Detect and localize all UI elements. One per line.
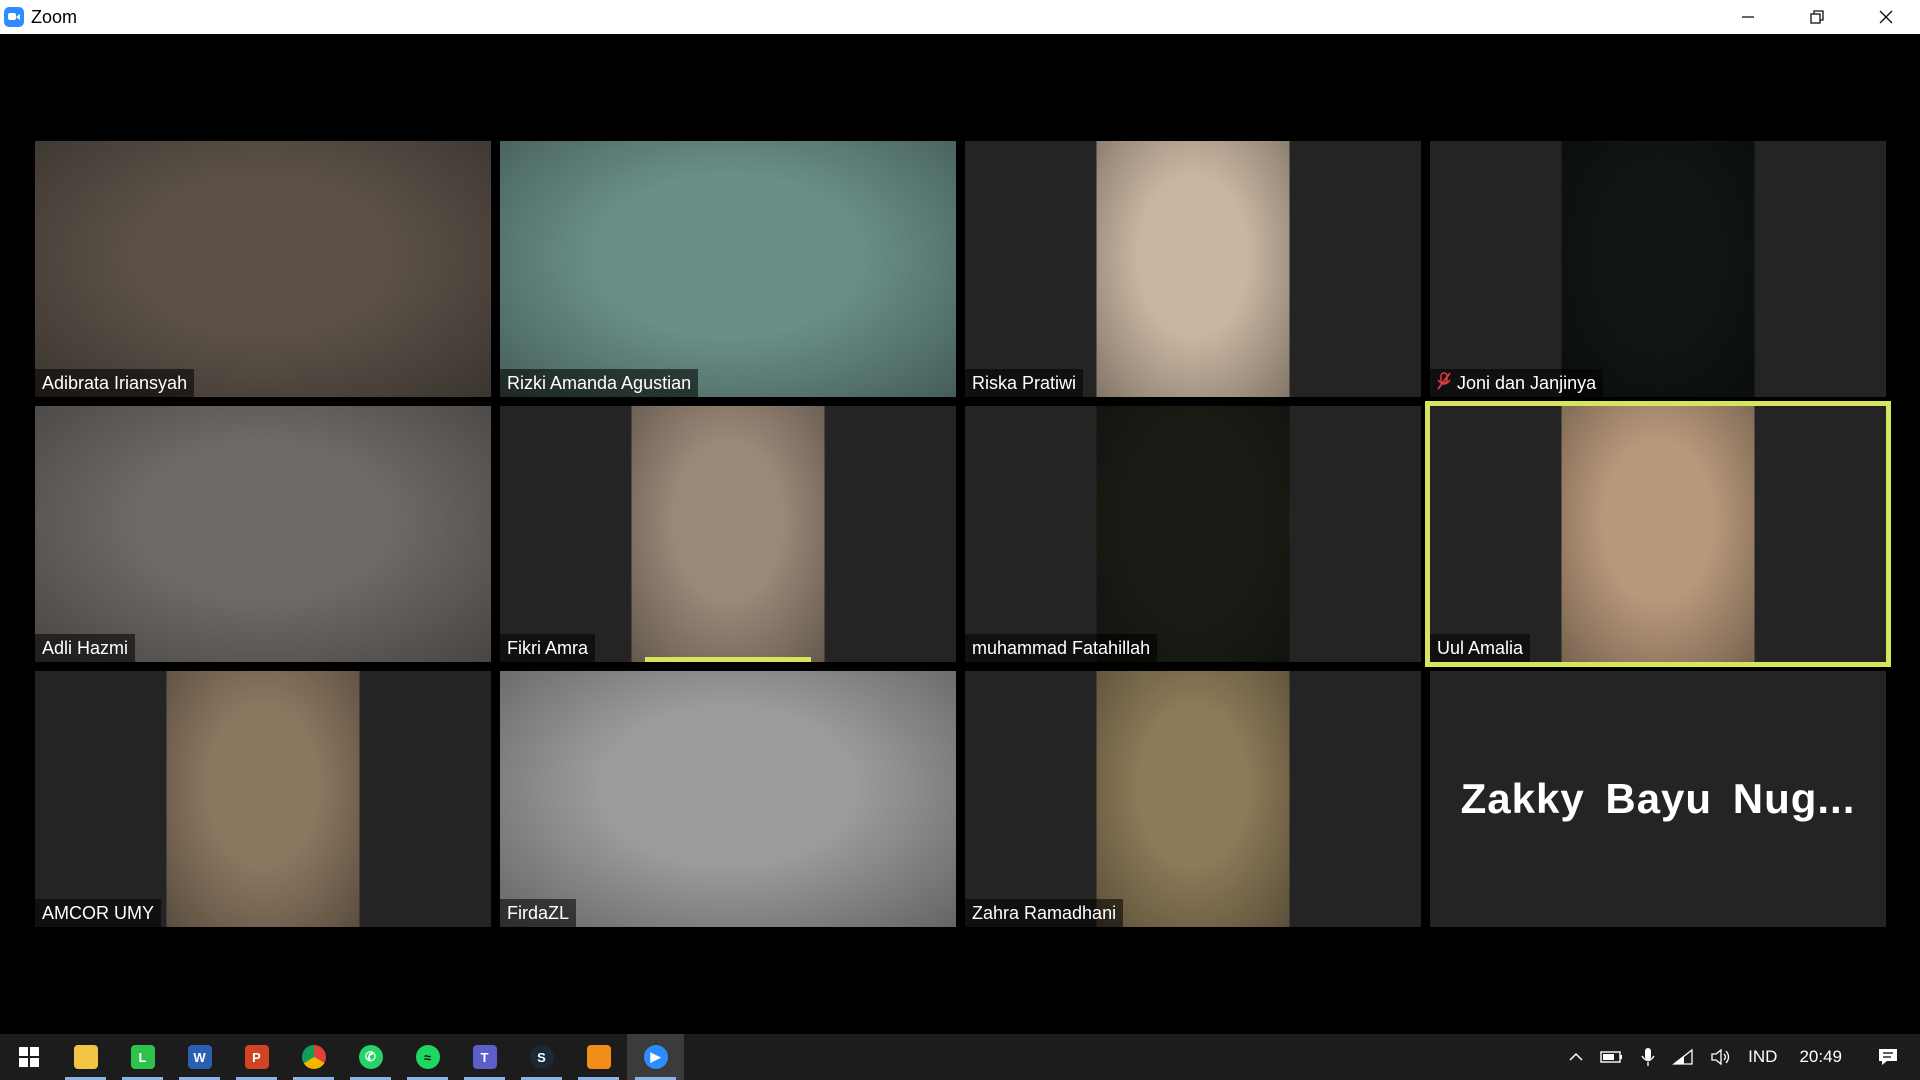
powerpoint-taskbar-button[interactable]: P <box>228 1034 285 1080</box>
zoom-taskbar-taskbar-button[interactable]: ▶ <box>627 1034 684 1080</box>
chrome-taskbar-button[interactable] <box>285 1034 342 1080</box>
participant-name: Zahra Ramadhani <box>972 902 1117 923</box>
volume-button[interactable] <box>1702 1034 1740 1080</box>
participant-nameplate: Adli Hazmi <box>35 634 136 662</box>
powerpoint-icon: P <box>244 1045 269 1069</box>
taskbar-apps: L W P ✆ ≈ T S ▶ <box>0 1034 684 1080</box>
participant-nameplate: Fikri Amra <box>500 634 595 662</box>
participant-name: FirdaZL <box>507 902 570 923</box>
file-explorer-taskbar-button[interactable] <box>57 1034 114 1080</box>
window-controls <box>1713 0 1920 34</box>
participant-name: muhammad Fatahillah <box>972 637 1151 658</box>
participant-nameplate: muhammad Fatahillah <box>965 634 1158 662</box>
input-language[interactable]: IND <box>1740 1034 1785 1080</box>
window-title: Zoom <box>31 6 78 27</box>
participant-tile[interactable]: Adli Hazmi <box>35 406 491 662</box>
spotify-taskbar-button[interactable]: ≈ <box>399 1034 456 1080</box>
spotify-icon: ≈ <box>415 1045 440 1069</box>
participant-video <box>500 671 956 927</box>
zoom-taskbar-icon: ▶ <box>643 1045 668 1069</box>
participant-tile[interactable]: Riska Pratiwi <box>965 141 1421 397</box>
participant-name: Adibrata Iriansyah <box>42 372 188 393</box>
participant-video <box>1096 141 1290 397</box>
participant-tile[interactable]: Joni dan Janjinya <box>1430 141 1886 397</box>
participant-name-large: Zakky Bayu Nug... <box>1460 775 1856 822</box>
notification-icon <box>1879 1049 1897 1065</box>
clock[interactable]: 20:49 <box>1785 1034 1856 1080</box>
battery-icon <box>1600 1051 1623 1063</box>
speaker-icon <box>1711 1048 1730 1066</box>
participant-tile[interactable]: FirdaZL <box>500 671 956 927</box>
line-app-taskbar-button[interactable]: L <box>114 1034 171 1080</box>
participant-nameplate: Joni dan Janjinya <box>1430 369 1604 397</box>
participant-tile[interactable]: muhammad Fatahillah <box>965 406 1421 662</box>
windows-taskbar: L W P ✆ ≈ T S ▶ IND 20:49 <box>0 1034 1920 1080</box>
steam-icon: S <box>529 1045 554 1069</box>
speaking-indicator <box>645 657 811 662</box>
orange-app-icon <box>586 1045 611 1069</box>
participant-video <box>35 141 491 397</box>
muted-microphone-icon <box>1437 371 1451 395</box>
whatsapp-taskbar-button[interactable]: ✆ <box>342 1034 399 1080</box>
network-button[interactable] <box>1664 1034 1702 1080</box>
participant-name: Adli Hazmi <box>42 637 129 658</box>
action-center-button[interactable] <box>1856 1034 1920 1080</box>
participant-tile[interactable]: Adibrata Iriansyah <box>35 141 491 397</box>
whatsapp-icon: ✆ <box>358 1045 383 1069</box>
teams-taskbar-button[interactable]: T <box>456 1034 513 1080</box>
participant-name: AMCOR UMY <box>42 902 154 923</box>
participant-video <box>1561 141 1755 397</box>
participant-video <box>35 406 491 662</box>
participant-tile[interactable]: Rizki Amanda Agustian <box>500 141 956 397</box>
teams-icon: T <box>472 1045 497 1069</box>
participant-nameplate: Riska Pratiwi <box>965 369 1084 397</box>
minimize-button[interactable] <box>1713 0 1782 34</box>
line-app-icon: L <box>130 1045 155 1069</box>
participant-tile[interactable]: Zahra Ramadhani <box>965 671 1421 927</box>
participant-video <box>1096 406 1290 662</box>
chrome-icon <box>301 1045 326 1069</box>
participant-name: Uul Amalia <box>1437 637 1524 658</box>
orange-app-taskbar-button[interactable] <box>570 1034 627 1080</box>
participant-nameplate: Uul Amalia <box>1430 634 1531 662</box>
participant-tile[interactable]: AMCOR UMY <box>35 671 491 927</box>
participant-nameplate: Zahra Ramadhani <box>965 899 1124 927</box>
system-tray: IND 20:49 <box>1560 1034 1920 1080</box>
participant-tile[interactable]: Uul Amalia <box>1425 401 1891 667</box>
battery-button[interactable] <box>1592 1034 1632 1080</box>
participant-name: Riska Pratiwi <box>972 372 1077 393</box>
restore-button[interactable] <box>1782 0 1851 34</box>
participant-name: Fikri Amra <box>507 637 588 658</box>
windows-start-taskbar-button[interactable] <box>0 1034 57 1080</box>
word-taskbar-button[interactable]: W <box>171 1034 228 1080</box>
title-bar: Zoom <box>0 0 1920 34</box>
zoom-logo-icon <box>4 7 24 27</box>
word-icon: W <box>187 1045 212 1069</box>
participant-tile[interactable]: Zakky Bayu Nug... <box>1430 671 1886 927</box>
restore-icon <box>1809 10 1824 24</box>
show-hidden-icons-button[interactable] <box>1560 1034 1592 1080</box>
participant-video <box>166 671 360 927</box>
chevron-up-icon <box>1569 1052 1583 1061</box>
participant-nameplate: AMCOR UMY <box>35 899 161 927</box>
windows-start-icon <box>17 1045 41 1069</box>
participant-video <box>1561 406 1755 662</box>
participant-name: Rizki Amanda Agustian <box>507 372 692 393</box>
participant-nameplate: Adibrata Iriansyah <box>35 369 195 397</box>
participant-tile[interactable]: Fikri Amra <box>500 406 956 662</box>
wifi-icon <box>1672 1048 1693 1065</box>
microphone-button[interactable] <box>1632 1034 1664 1080</box>
participant-nameplate: Rizki Amanda Agustian <box>500 369 699 397</box>
participant-video <box>1096 671 1290 927</box>
participant-nameplate: FirdaZL <box>500 899 577 927</box>
participant-video <box>500 141 956 397</box>
minimize-icon <box>1741 16 1754 18</box>
close-button[interactable] <box>1851 0 1920 34</box>
steam-taskbar-button[interactable]: S <box>513 1034 570 1080</box>
file-explorer-icon <box>73 1045 98 1069</box>
participant-video <box>631 406 825 662</box>
microphone-icon <box>1641 1048 1655 1066</box>
close-icon <box>1879 10 1892 24</box>
participant-name: Joni dan Janjinya <box>1457 372 1597 393</box>
